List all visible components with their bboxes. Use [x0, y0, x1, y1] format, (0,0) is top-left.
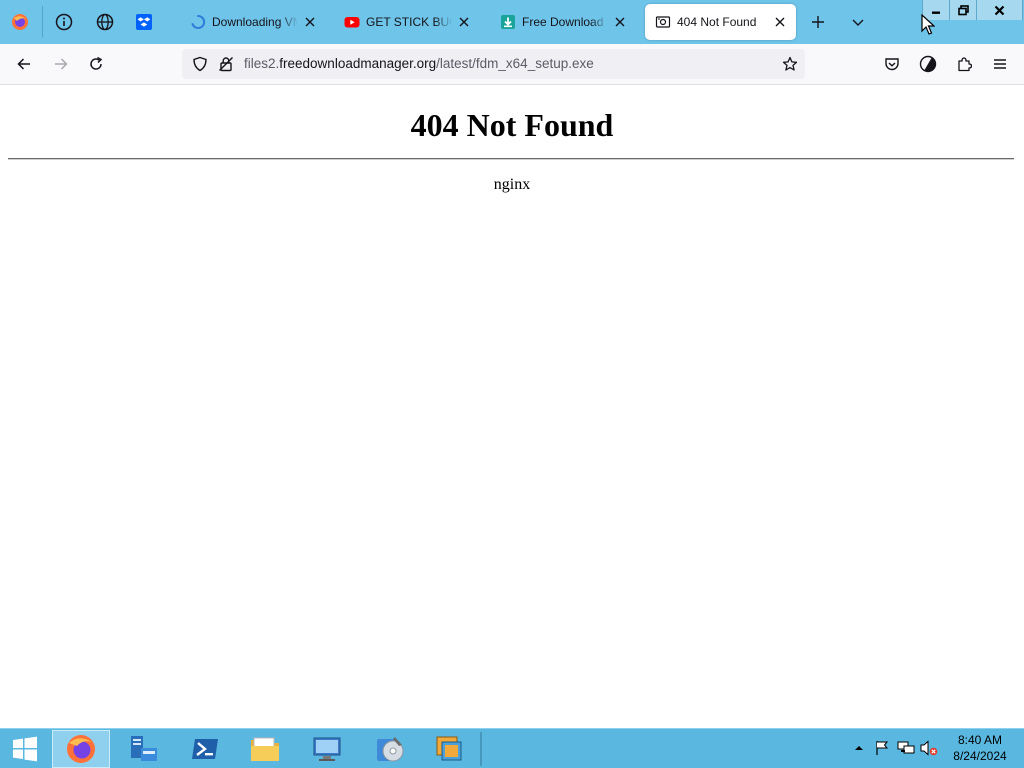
- start-button[interactable]: [0, 730, 50, 768]
- tab-stick-bugged[interactable]: GET STICK BUGGED LOL: [334, 4, 480, 40]
- taskbar-file-explorer[interactable]: [236, 730, 294, 768]
- insecure-lock-icon[interactable]: [214, 52, 238, 76]
- browser-window: Downloading VMware GET STICK BUGGED LOL …: [0, 0, 1024, 768]
- info-icon[interactable]: [51, 9, 77, 35]
- new-tab-button[interactable]: [806, 10, 830, 34]
- close-window-button[interactable]: [976, 0, 1023, 20]
- back-button[interactable]: [12, 52, 36, 76]
- tab-title: Downloading VMware: [212, 15, 298, 29]
- server-name: nginx: [493, 176, 531, 193]
- restore-button[interactable]: [949, 0, 976, 20]
- page-content: 404 Not Found nginx: [0, 85, 1024, 728]
- forward-button[interactable]: [49, 52, 73, 76]
- pocket-icon[interactable]: [880, 52, 904, 76]
- show-hidden-icons-button[interactable]: [850, 739, 868, 757]
- powershell-icon: [192, 739, 218, 759]
- clock-date: 8/24/2024: [953, 749, 1007, 763]
- shield-icon[interactable]: [188, 52, 212, 76]
- server-manager-icon: [131, 736, 157, 761]
- reload-button[interactable]: [84, 52, 108, 76]
- tab-title: Free Download Manager: [522, 15, 608, 29]
- url-prefix: files2.: [244, 56, 280, 71]
- bookmark-star-icon[interactable]: [778, 52, 802, 76]
- taskbar-powershell[interactable]: [176, 730, 234, 768]
- fdm-icon: [500, 14, 516, 30]
- url-text[interactable]: files2.freedownloadmanager.org/latest/fd…: [244, 56, 594, 71]
- close-icon[interactable]: [456, 14, 472, 30]
- folder-icon: [251, 737, 279, 761]
- clock-time: 8:40 AM: [957, 733, 1003, 747]
- globe-icon[interactable]: [92, 9, 118, 35]
- taskbar-remote-desktop[interactable]: [298, 730, 356, 768]
- url-domain: freedownloadmanager.org: [279, 56, 437, 71]
- close-icon[interactable]: [612, 14, 628, 30]
- account-icon[interactable]: [916, 52, 940, 76]
- system-clock[interactable]: 8:40 AM 8/24/2024: [948, 732, 1012, 764]
- close-icon[interactable]: [302, 14, 318, 30]
- url-bar[interactable]: files2.freedownloadmanager.org/latest/fd…: [182, 49, 805, 79]
- network-computer-icon: [313, 737, 341, 761]
- speaker-muted-icon[interactable]: [920, 739, 938, 757]
- flag-icon[interactable]: [873, 739, 891, 757]
- disc-tool-icon: [377, 737, 404, 762]
- firefox-logo-icon[interactable]: [7, 9, 33, 35]
- spinner-icon: [190, 14, 206, 30]
- taskbar-separator: [480, 732, 482, 766]
- navigation-toolbar: files2.freedownloadmanager.org/latest/fd…: [0, 44, 1024, 85]
- tab-bar: Downloading VMware GET STICK BUGGED LOL …: [0, 0, 1024, 44]
- extensions-icon[interactable]: [952, 52, 976, 76]
- taskbar: 8:40 AM 8/24/2024: [0, 728, 1024, 768]
- close-icon[interactable]: [772, 14, 788, 30]
- network-icon[interactable]: [897, 739, 915, 757]
- tab-404-not-found[interactable]: 404 Not Found: [645, 4, 796, 40]
- tab-title: 404 Not Found: [677, 15, 757, 29]
- dropbox-icon[interactable]: [131, 9, 157, 35]
- page-heading: 404 Not Found: [410, 107, 614, 143]
- menu-icon[interactable]: [988, 52, 1012, 76]
- firefox-icon: [67, 735, 95, 763]
- taskbar-firefox[interactable]: [52, 730, 110, 768]
- divider: [8, 158, 1014, 160]
- pinned-separator: [42, 6, 43, 38]
- list-all-tabs-button[interactable]: [846, 10, 870, 34]
- youtube-icon: [344, 14, 360, 30]
- taskbar-media-tool[interactable]: [360, 730, 418, 768]
- tab-downloading-vmware[interactable]: Downloading VMware: [180, 4, 326, 40]
- page-icon: [655, 14, 671, 30]
- mouse-cursor-icon: [921, 13, 936, 41]
- taskbar-vmware[interactable]: [420, 730, 478, 768]
- vmware-icon: [436, 736, 462, 761]
- url-path: /latest/fdm_x64_setup.exe: [436, 56, 594, 71]
- tab-title: GET STICK BUGGED LOL: [366, 15, 452, 29]
- tab-free-download-manager[interactable]: Free Download Manager: [490, 4, 636, 40]
- taskbar-server-manager[interactable]: [114, 730, 172, 768]
